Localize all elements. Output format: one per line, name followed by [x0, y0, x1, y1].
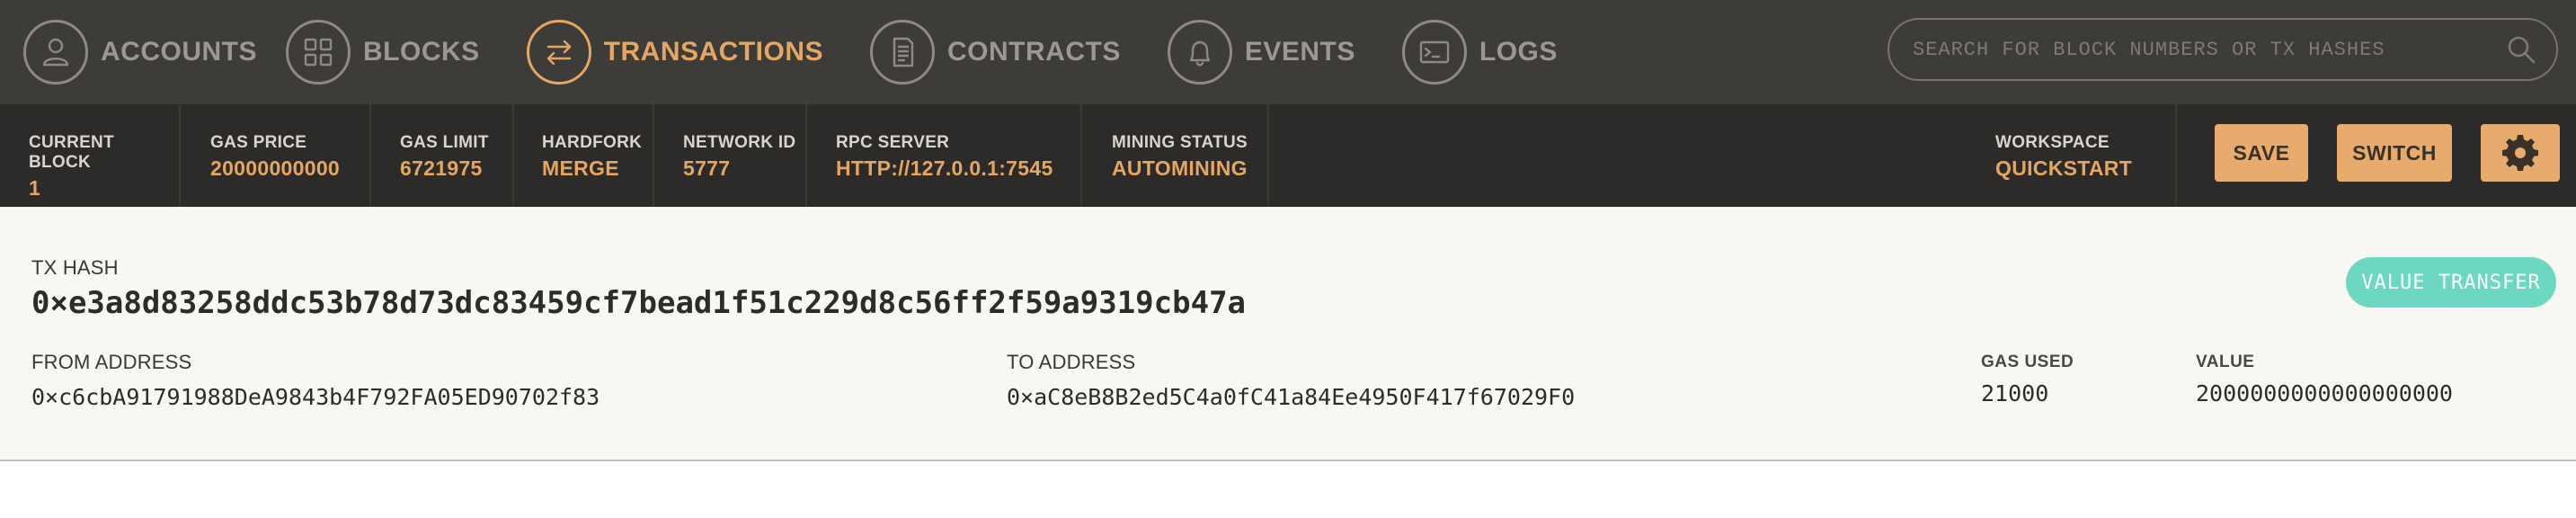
terminal-icon	[1401, 20, 1467, 85]
transaction-detail: TX HASH 0×e3a8d83258ddc53b78d73dc83459cf…	[0, 207, 2576, 461]
stat-label: MINING STATUS	[1112, 133, 1248, 152]
value-amount: 2000000000000000000	[2196, 380, 2453, 406]
value-label: VALUE	[2196, 353, 2255, 371]
stat-value: AUTOMINING	[1112, 156, 1248, 180]
stat-label: NETWORK ID	[683, 133, 796, 152]
nav-contracts-label: CONTRACTS	[947, 37, 1121, 67]
to-address-value: 0×aC8eB8B2ed5C4a0fC41a84Ee4950F417f67029…	[1007, 384, 1576, 410]
stat-label: HARDFORK	[542, 133, 643, 152]
to-address-label: TO ADDRESS	[1007, 351, 1136, 373]
grid-icon	[286, 20, 351, 85]
stat-value: QUICKSTART	[1995, 156, 2133, 180]
from-address-label: FROM ADDRESS	[31, 351, 192, 373]
stat-label: RPC SERVER	[836, 133, 950, 152]
stat-value: MERGE	[542, 156, 619, 180]
search-input[interactable]	[1913, 38, 2506, 61]
nav-logs[interactable]: LOGS	[1379, 0, 1581, 104]
top-navigation: ACCOUNTS BLOCKS TRANSACTIONS CONTRACTS E…	[0, 0, 2576, 104]
stat-gas-price: GAS PRICE 20000000000	[181, 104, 371, 207]
bell-icon	[1167, 20, 1232, 85]
from-address-value: 0×c6cbA91791988DeA9843b4F792FA05ED90702f…	[31, 384, 600, 410]
stat-network-id: NETWORK ID 5777	[654, 104, 807, 207]
stat-gas-limit: GAS LIMIT 6721975	[371, 104, 514, 207]
gear-icon	[2502, 135, 2538, 171]
nav-blocks[interactable]: BLOCKS	[280, 0, 503, 104]
stat-value: 20000000000	[210, 156, 341, 180]
nav-blocks-label: BLOCKS	[363, 37, 480, 67]
nav-accounts[interactable]: ACCOUNTS	[0, 0, 280, 104]
tx-type-badge: VALUE TRANSFER	[2346, 257, 2556, 308]
user-icon	[23, 20, 88, 85]
stat-hardfork: HARDFORK MERGE	[514, 104, 654, 207]
switch-button[interactable]: SWITCH	[2337, 124, 2452, 182]
stat-value: 5777	[683, 156, 731, 180]
stat-current-block: CURRENT BLOCK 1	[0, 104, 181, 207]
nav-events[interactable]: EVENTS	[1144, 0, 1379, 104]
status-bar: CURRENT BLOCK 1 GAS PRICE 20000000000 GA…	[0, 104, 2576, 207]
stat-label: GAS LIMIT	[400, 133, 489, 152]
stat-label: CURRENT BLOCK	[29, 133, 114, 172]
tx-hash-label: TX HASH	[31, 256, 119, 279]
nav-transactions-label: TRANSACTIONS	[603, 37, 824, 67]
nav-contracts[interactable]: CONTRACTS	[847, 0, 1144, 104]
arrows-icon	[526, 20, 591, 85]
tx-hash-value: 0×e3a8d83258ddc53b78d73dc83459cf7bead1f5…	[31, 285, 1247, 321]
stat-workspace: WORKSPACE QUICKSTART	[1994, 104, 2177, 207]
gas-used-value: 21000	[1981, 380, 2049, 406]
stat-value: HTTP://127.0.0.1:7545	[836, 156, 1053, 180]
stat-label: GAS PRICE	[210, 133, 307, 152]
nav-events-label: EVENTS	[1244, 37, 1355, 67]
stat-mining-status: MINING STATUS AUTOMINING	[1082, 104, 1269, 207]
document-icon	[870, 20, 936, 85]
settings-button[interactable]	[2481, 124, 2560, 182]
nav-transactions[interactable]: TRANSACTIONS	[503, 0, 847, 104]
search-box	[1888, 18, 2558, 81]
nav-logs-label: LOGS	[1479, 37, 1558, 67]
nav-accounts-label: ACCOUNTS	[101, 37, 257, 67]
stat-rpc-server: RPC SERVER HTTP://127.0.0.1:7545	[807, 104, 1082, 207]
stat-value: 6721975	[400, 156, 483, 180]
stat-value: 1	[29, 176, 41, 200]
search-icon[interactable]	[2506, 34, 2536, 65]
stat-label: WORKSPACE	[1995, 133, 2110, 152]
save-button[interactable]: SAVE	[2215, 124, 2308, 182]
gas-used-label: GAS USED	[1981, 353, 2074, 371]
